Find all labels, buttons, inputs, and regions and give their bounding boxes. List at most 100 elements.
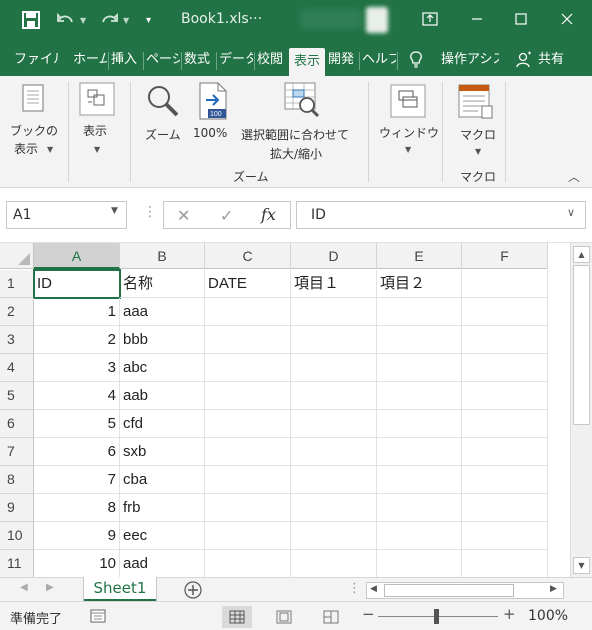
- show-icon[interactable]: [79, 82, 115, 120]
- vertical-scroll-thumb[interactable]: [573, 265, 590, 425]
- column-header-a[interactable]: A: [34, 243, 120, 269]
- cell-c9[interactable]: [205, 494, 291, 522]
- cell-a2[interactable]: 1: [34, 298, 120, 326]
- macros-icon[interactable]: [458, 84, 494, 124]
- tab-home[interactable]: ホーム: [73, 46, 107, 74]
- drag-handle-icon[interactable]: ⋮: [143, 204, 157, 220]
- row-header-1[interactable]: 1: [0, 270, 34, 298]
- cell-a4[interactable]: 3: [34, 354, 120, 382]
- zoom-to-selection-label-2[interactable]: 拡大/縮小: [270, 145, 322, 162]
- insert-function-icon[interactable]: fx: [261, 205, 276, 224]
- sheet-tab-sheet1[interactable]: Sheet1: [84, 577, 156, 601]
- row-header-11[interactable]: 11: [0, 550, 34, 577]
- cell-f4[interactable]: [462, 354, 548, 382]
- cell-f9[interactable]: [462, 494, 548, 522]
- cell-c8[interactable]: [205, 466, 291, 494]
- zoom-to-selection-label-1[interactable]: 選択範囲に合わせて: [241, 126, 349, 143]
- row-header-3[interactable]: 3: [0, 326, 34, 354]
- row-header-5[interactable]: 5: [0, 382, 34, 410]
- cell-c10[interactable]: [205, 522, 291, 550]
- cell-b3[interactable]: bbb: [120, 326, 205, 354]
- cell-c7[interactable]: [205, 438, 291, 466]
- row-header-9[interactable]: 9: [0, 494, 34, 522]
- share-person-icon[interactable]: [516, 46, 534, 74]
- cell-d10[interactable]: [291, 522, 377, 550]
- cell-d1[interactable]: 項目１: [291, 270, 377, 298]
- workbook-views-icon[interactable]: [22, 84, 44, 116]
- zoom-button-label[interactable]: ズーム: [145, 126, 181, 143]
- cell-e3[interactable]: [377, 326, 462, 354]
- redo-dropdown-icon[interactable]: ▼: [123, 10, 129, 30]
- row-header-8[interactable]: 8: [0, 466, 34, 494]
- ribbon-display-options-icon[interactable]: [418, 8, 442, 30]
- cell-b9[interactable]: frb: [120, 494, 205, 522]
- cell-b10[interactable]: eec: [120, 522, 205, 550]
- cell-e5[interactable]: [377, 382, 462, 410]
- undo-dropdown-icon[interactable]: ▼: [80, 10, 86, 30]
- cell-b1[interactable]: 名称: [120, 270, 205, 298]
- next-sheet-icon[interactable]: ▶: [46, 582, 54, 593]
- cell-a8[interactable]: 7: [34, 466, 120, 494]
- collapse-ribbon-icon[interactable]: ︿: [568, 168, 580, 185]
- cell-e10[interactable]: [377, 522, 462, 550]
- scroll-up-icon[interactable]: ▲: [573, 246, 590, 263]
- cell-c11[interactable]: [205, 550, 291, 577]
- cell-b4[interactable]: abc: [120, 354, 205, 382]
- cell-c4[interactable]: [205, 354, 291, 382]
- page-layout-view-icon[interactable]: [269, 606, 299, 628]
- row-header-10[interactable]: 10: [0, 522, 34, 550]
- cell-f3[interactable]: [462, 326, 548, 354]
- zoom-to-selection-icon[interactable]: [284, 82, 320, 122]
- cell-c5[interactable]: [205, 382, 291, 410]
- tell-me-search[interactable]: 操作アシスト: [441, 46, 499, 74]
- tab-review[interactable]: 校閲: [257, 46, 287, 74]
- cell-e1[interactable]: 項目２: [377, 270, 462, 298]
- cell-b6[interactable]: cfd: [120, 410, 205, 438]
- vertical-scrollbar[interactable]: ▲ ▼: [570, 243, 592, 577]
- cell-a11[interactable]: 10: [34, 550, 120, 577]
- enter-check-icon[interactable]: ✓: [220, 206, 233, 225]
- tab-view[interactable]: 表示: [289, 48, 325, 76]
- column-header-b[interactable]: B: [120, 243, 205, 269]
- cell-d7[interactable]: [291, 438, 377, 466]
- zoom-100-label[interactable]: 100%: [193, 126, 227, 140]
- zoom-level[interactable]: 100%: [528, 608, 568, 624]
- tab-data[interactable]: データ: [219, 46, 253, 74]
- share-button[interactable]: 共有: [538, 46, 572, 74]
- name-box[interactable]: A1 ▼: [6, 201, 127, 229]
- undo-icon[interactable]: [57, 10, 75, 30]
- customize-qat-icon[interactable]: ▾: [146, 10, 151, 30]
- zoom-magnifier-icon[interactable]: [146, 84, 180, 122]
- scroll-down-icon[interactable]: ▼: [573, 557, 590, 574]
- cell-f11[interactable]: [462, 550, 548, 577]
- cell-b8[interactable]: cba: [120, 466, 205, 494]
- cell-f8[interactable]: [462, 466, 548, 494]
- scroll-right-icon[interactable]: ▶: [550, 584, 557, 594]
- window-icon[interactable]: [390, 84, 426, 122]
- cell-e8[interactable]: [377, 466, 462, 494]
- cell-b5[interactable]: aab: [120, 382, 205, 410]
- tab-help[interactable]: ヘルプ: [362, 46, 396, 74]
- column-header-f[interactable]: F: [462, 243, 548, 269]
- cell-d6[interactable]: [291, 410, 377, 438]
- redo-icon[interactable]: [100, 10, 118, 30]
- column-header-d[interactable]: D: [291, 243, 377, 269]
- column-header-e[interactable]: E: [377, 243, 462, 269]
- cell-d4[interactable]: [291, 354, 377, 382]
- cell-e4[interactable]: [377, 354, 462, 382]
- zoom-slider-thumb[interactable]: [434, 609, 439, 624]
- normal-view-icon[interactable]: [222, 606, 252, 628]
- zoom-in-icon[interactable]: +: [503, 605, 516, 623]
- cell-f10[interactable]: [462, 522, 548, 550]
- row-header-4[interactable]: 4: [0, 354, 34, 382]
- row-header-2[interactable]: 2: [0, 298, 34, 326]
- cell-f1[interactable]: [462, 270, 548, 298]
- select-all-corner[interactable]: [0, 243, 34, 269]
- cell-e7[interactable]: [377, 438, 462, 466]
- tab-developer[interactable]: 開発: [328, 46, 358, 74]
- cell-a5[interactable]: 4: [34, 382, 120, 410]
- lightbulb-icon[interactable]: [409, 46, 429, 74]
- page-break-view-icon[interactable]: [316, 606, 346, 628]
- cell-d9[interactable]: [291, 494, 377, 522]
- tab-formulas[interactable]: 数式: [184, 46, 214, 74]
